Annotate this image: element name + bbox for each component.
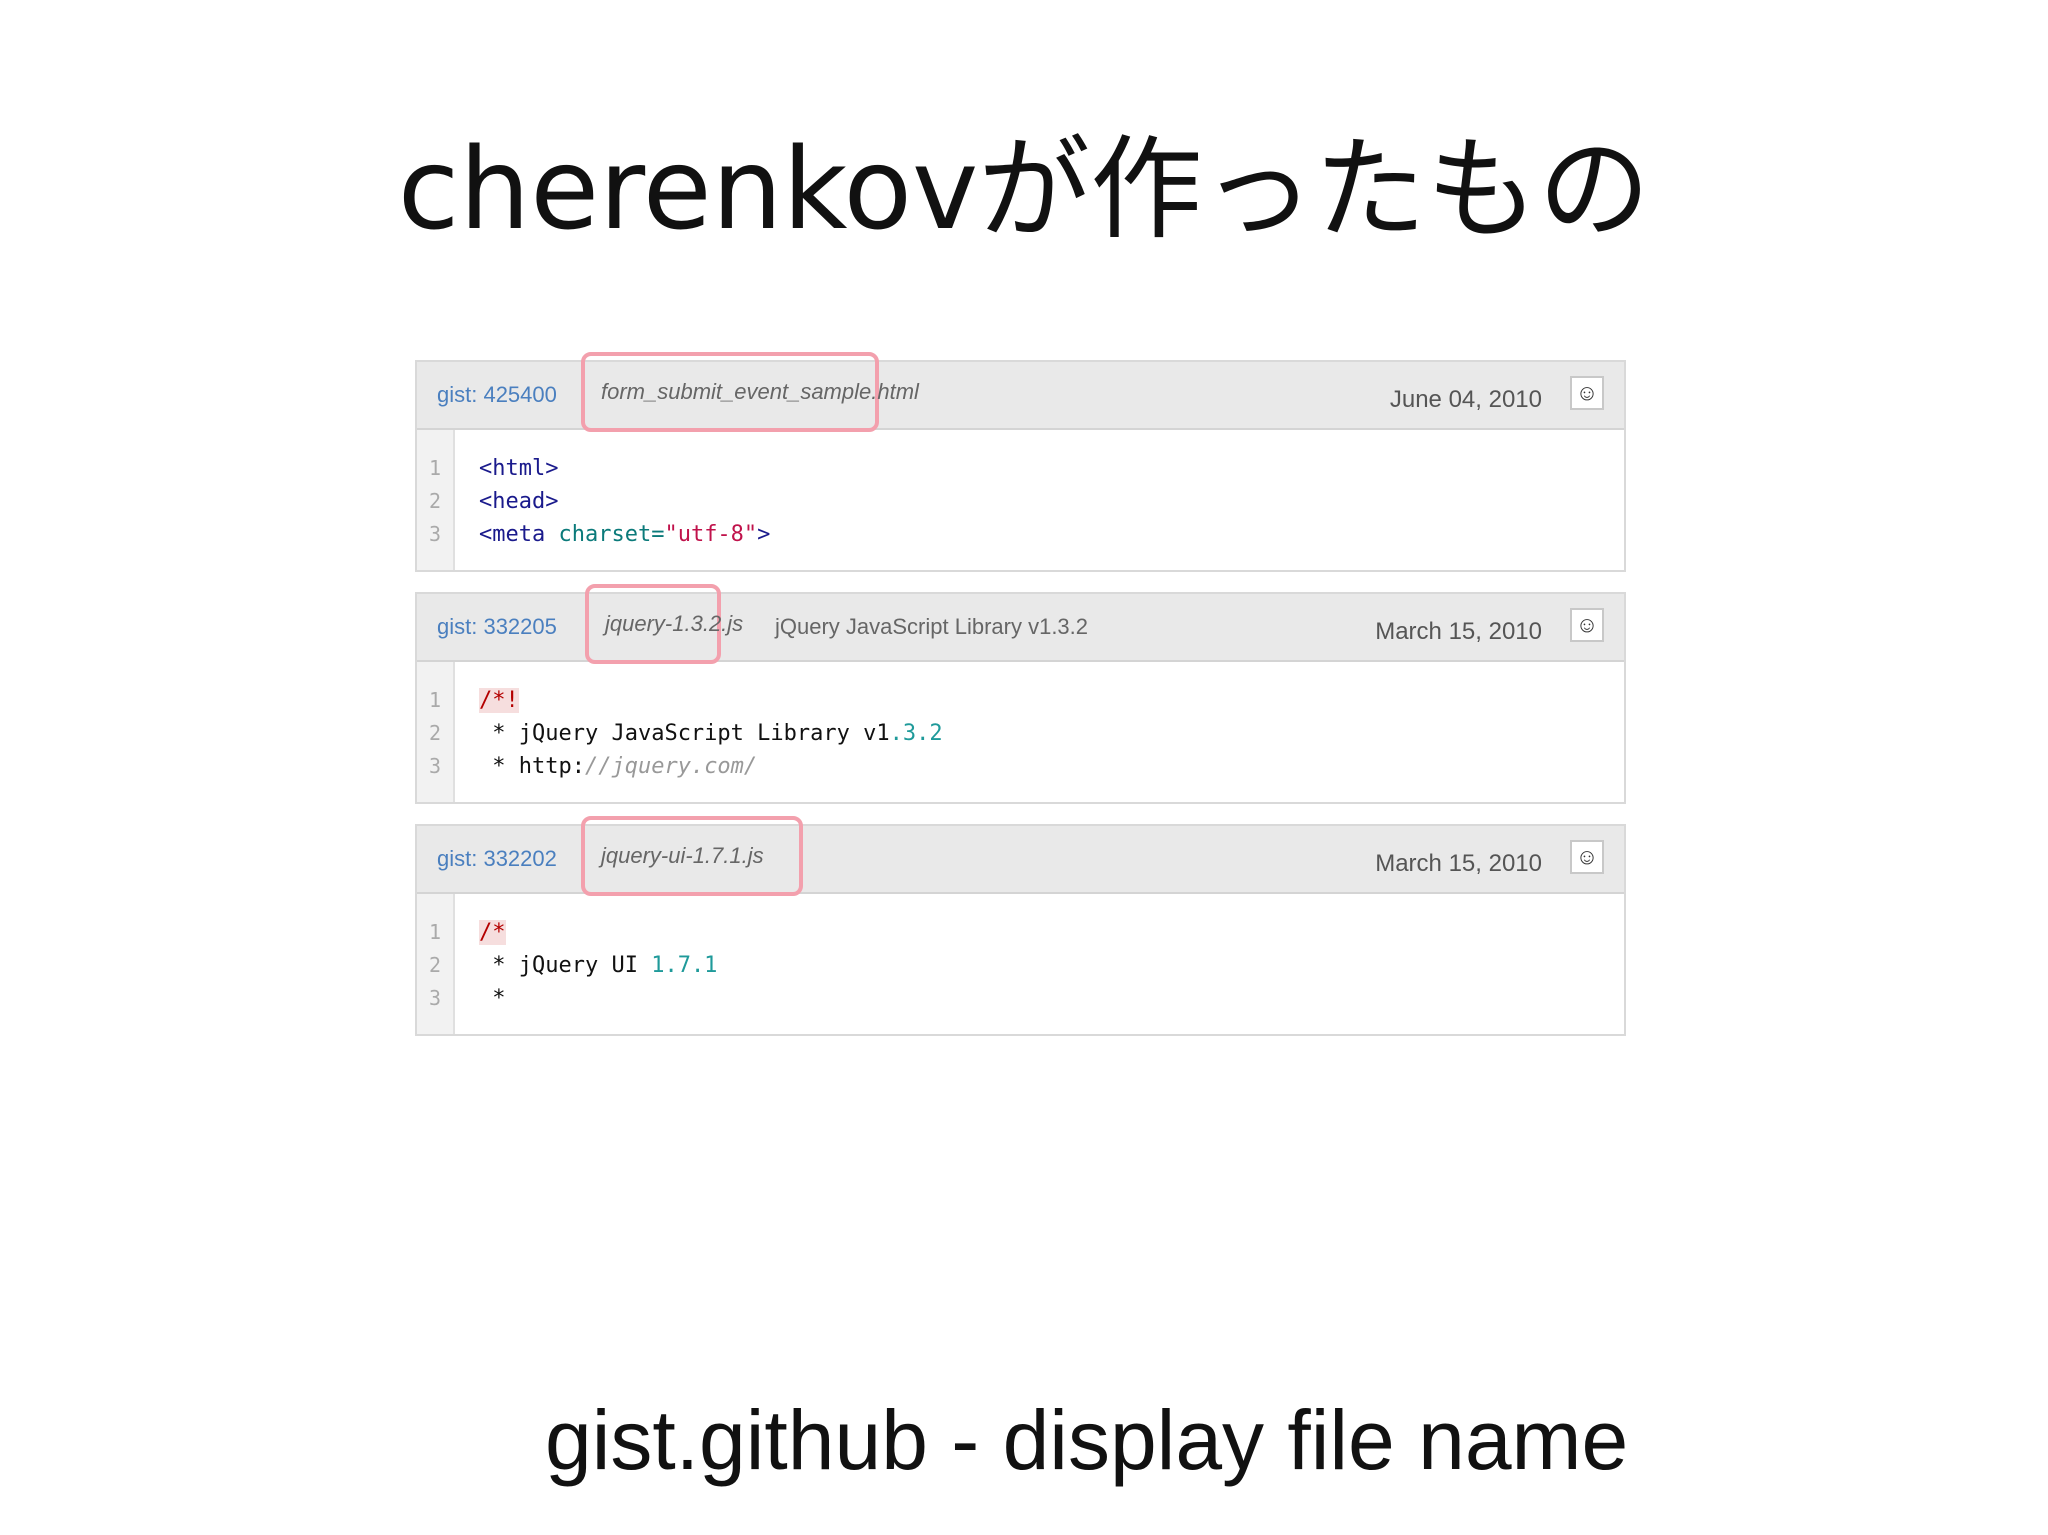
line-numbers: 1 2 3 bbox=[417, 662, 455, 802]
slide-footer: gist.github - display file name bbox=[545, 1393, 1629, 1487]
line-number: 1 bbox=[428, 920, 442, 944]
avatar-icon[interactable]: ☺ bbox=[1570, 376, 1604, 410]
code-line: /*! bbox=[479, 688, 519, 713]
code-line: * bbox=[479, 986, 506, 1011]
code-line: * jQuery UI 1.7.1 bbox=[479, 953, 718, 978]
gist-id-link[interactable]: gist: 332205 bbox=[437, 614, 557, 640]
filename-highlight: jquery-1.3.2.js bbox=[585, 584, 743, 664]
line-number: 2 bbox=[428, 721, 442, 745]
gist-filename[interactable]: jquery-ui-1.7.1.js bbox=[601, 843, 764, 869]
gist-list: gist: 425400 form_submit_event_sample.ht… bbox=[415, 352, 1626, 1056]
line-number: 2 bbox=[428, 953, 442, 977]
gist-card: gist: 332202 jquery-ui-1.7.1.js March 15… bbox=[415, 816, 1626, 1036]
code-lines: /*! * jQuery JavaScript Library v1.3.2 *… bbox=[455, 662, 943, 802]
line-number: 1 bbox=[428, 688, 442, 712]
filename-highlight: form_submit_event_sample.html bbox=[581, 352, 919, 432]
line-numbers: 1 2 3 bbox=[417, 430, 455, 570]
gist-filename[interactable]: form_submit_event_sample.html bbox=[601, 379, 919, 405]
line-number: 2 bbox=[428, 489, 442, 513]
gist-date: June 04, 2010 bbox=[1389, 386, 1542, 413]
code-line: <html> bbox=[479, 456, 559, 481]
gist-description: jQuery JavaScript Library v1.3.2 bbox=[775, 614, 1089, 639]
code-line: * jQuery JavaScript Library v1.3.2 bbox=[479, 721, 943, 746]
gist-card: gist: 332205 jquery-1.3.2.js jQuery Java… bbox=[415, 584, 1626, 804]
slide-title: cherenkovが作ったもの bbox=[397, 125, 1651, 255]
gist-card: gist: 425400 form_submit_event_sample.ht… bbox=[415, 352, 1626, 572]
gist-code: 1 2 3 /*! * jQuery JavaScript Library v1… bbox=[417, 662, 1624, 802]
code-line: <meta charset="utf-8"> bbox=[479, 522, 771, 547]
gist-header: gist: 332205 jquery-1.3.2.js jQuery Java… bbox=[417, 584, 1624, 664]
avatar-icon[interactable]: ☺ bbox=[1570, 608, 1604, 642]
line-number: 3 bbox=[428, 986, 442, 1010]
line-number: 1 bbox=[428, 456, 442, 480]
gist-id-link[interactable]: gist: 425400 bbox=[437, 382, 557, 408]
code-line: <head> bbox=[479, 489, 559, 514]
filename-highlight: jquery-ui-1.7.1.js bbox=[581, 816, 803, 896]
gist-header: gist: 332202 jquery-ui-1.7.1.js March 15… bbox=[417, 816, 1624, 896]
gist-code: 1 2 3 <html> <head> <meta charset="utf-8… bbox=[417, 430, 1624, 570]
gist-id-link[interactable]: gist: 332202 bbox=[437, 846, 557, 872]
gist-filename[interactable]: jquery-1.3.2.js bbox=[605, 611, 743, 637]
gist-code: 1 2 3 /* * jQuery UI 1.7.1 * bbox=[417, 894, 1624, 1034]
code-line: /* bbox=[479, 920, 506, 945]
line-numbers: 1 2 3 bbox=[417, 894, 455, 1034]
gist-date: March 15, 2010 bbox=[1375, 850, 1542, 877]
gist-header: gist: 425400 form_submit_event_sample.ht… bbox=[417, 352, 1624, 432]
line-number: 3 bbox=[428, 522, 442, 546]
gist-date: March 15, 2010 bbox=[1375, 618, 1542, 645]
avatar-icon[interactable]: ☺ bbox=[1570, 840, 1604, 874]
code-lines: /* * jQuery UI 1.7.1 * bbox=[455, 894, 717, 1034]
code-line: * http://jquery.com/ bbox=[479, 754, 758, 779]
line-number: 3 bbox=[428, 754, 442, 778]
code-lines: <html> <head> <meta charset="utf-8"> bbox=[455, 430, 770, 570]
